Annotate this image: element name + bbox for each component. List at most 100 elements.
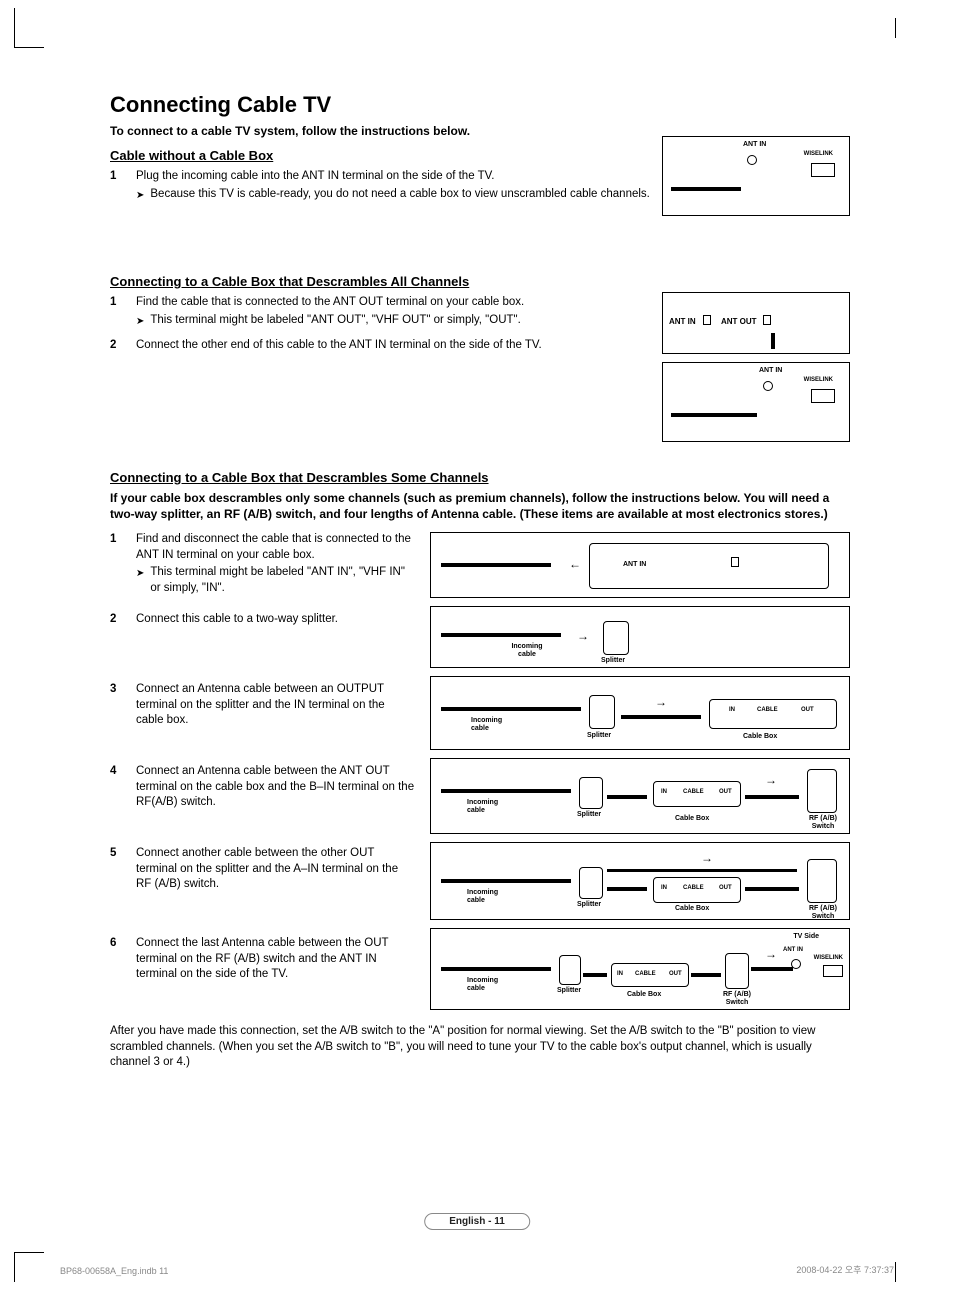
- ant-in-port-icon: [763, 381, 773, 391]
- dia-label-ant-in: ANT IN: [743, 141, 766, 148]
- page-title: Connecting Cable TV: [110, 92, 850, 118]
- step-text: Connect an Antenna cable between the ANT…: [136, 765, 414, 808]
- section3-diagram-4: Incoming cable Splitter IN CABLE OUT Cab…: [430, 758, 850, 834]
- arrow-right-icon: [655, 695, 667, 709]
- step-number: 5: [110, 846, 124, 926]
- step-text: Connect the last Antenna cable between t…: [136, 937, 388, 980]
- step-subnote: Because this TV is cable-ready, you do n…: [136, 187, 650, 203]
- dia-label-rf-switch: RF (A/B) Switch: [715, 991, 759, 1006]
- dia-label-incoming: Incoming cable: [467, 799, 507, 814]
- dia-label-cable: CABLE: [683, 789, 704, 795]
- crop-mark-top-left: [14, 18, 44, 48]
- splitter-icon: [579, 777, 603, 809]
- cable-icon: [441, 789, 571, 793]
- footer-timestamp: 2008-04-22 오후 7:37:37: [796, 1263, 894, 1276]
- step-number: 4: [110, 764, 124, 836]
- dia-label-cable-box: Cable Box: [675, 905, 709, 912]
- dia-label-rf-switch: RF (A/B) Switch: [801, 905, 845, 920]
- dia-label-incoming: Incoming cable: [467, 977, 507, 992]
- section2-diagram-2: ANT IN WISELINK: [662, 362, 850, 442]
- cable-icon: [691, 973, 721, 977]
- ant-in-port-icon: [747, 155, 757, 165]
- port-icon: [731, 557, 739, 567]
- page-content: Connecting Cable TV To connect to a cabl…: [110, 92, 850, 1087]
- note-arrow-icon: [136, 187, 144, 203]
- cable-icon: [441, 707, 581, 711]
- section3-step-1: 1 Find and disconnect the cable that is …: [110, 532, 415, 602]
- rf-switch-icon: [725, 953, 749, 989]
- arrow-right-icon: [765, 773, 777, 787]
- arrow-right-icon: [765, 947, 777, 961]
- ant-in-port-icon: [703, 315, 711, 325]
- step-text: Connect another cable between the other …: [136, 847, 398, 890]
- section2-step-2: 2 Connect the other end of this cable to…: [110, 338, 650, 354]
- subnote-text: This terminal might be labeled "ANT OUT"…: [150, 313, 520, 329]
- step-number: 1: [110, 169, 124, 202]
- dia-label-splitter: Splitter: [577, 901, 601, 908]
- wiselink-port-icon: [823, 965, 843, 977]
- footer-filename: BP68-00658A_Eng.indb 11: [60, 1266, 168, 1276]
- dia-label-ant-in: ANT IN: [759, 367, 782, 374]
- cable-icon: [745, 795, 799, 799]
- section1-step-1: 1 Plug the incoming cable into the ANT I…: [110, 169, 650, 202]
- cable-icon: [441, 563, 551, 567]
- dia-label-out: OUT: [719, 885, 732, 891]
- dia-label-out: OUT: [719, 789, 732, 795]
- cable-icon: [441, 967, 551, 971]
- dia-label-cable: CABLE: [757, 707, 778, 713]
- note-arrow-icon: [136, 313, 144, 329]
- cable-box-icon: [709, 699, 837, 729]
- section3-diagram-6: TV Side Incoming cable Splitter IN CABLE…: [430, 928, 850, 1010]
- dia-label-splitter: Splitter: [601, 657, 625, 664]
- step-number: 2: [110, 338, 124, 354]
- dia-label-in: IN: [617, 971, 623, 977]
- dia-label-incoming: Incoming cable: [467, 889, 507, 904]
- dia-label-splitter: Splitter: [577, 811, 601, 818]
- dia-label-cable-box: Cable Box: [675, 815, 709, 822]
- cable-icon: [621, 715, 701, 719]
- section3-diagram-3: Incoming cable Splitter IN CABLE OUT Cab…: [430, 676, 850, 750]
- ant-out-port-icon: [763, 315, 771, 325]
- step-text: Plug the incoming cable into the ANT IN …: [136, 170, 494, 182]
- splitter-icon: [589, 695, 615, 729]
- step-text: Connect an Antenna cable between an OUTP…: [136, 683, 385, 726]
- section3-diagram-1: ANT IN: [430, 532, 850, 598]
- step-number: 1: [110, 295, 124, 328]
- dia-label-ant-in: ANT IN: [783, 947, 803, 953]
- dia-label-ant-out: ANT OUT: [721, 317, 757, 326]
- cable-icon: [583, 973, 607, 977]
- page-number-badge: English - 11: [424, 1213, 530, 1230]
- cable-icon: [441, 633, 561, 637]
- dia-label-tv-side: TV Side: [793, 933, 819, 940]
- dia-label-wiselink: WISELINK: [804, 151, 833, 157]
- dia-label-ant-in: ANT IN: [669, 317, 696, 326]
- section3-heading: Connecting to a Cable Box that Descrambl…: [110, 470, 850, 485]
- section3-step-5: 5 Connect another cable between the othe…: [110, 846, 415, 926]
- section2-step-1: 1 Find the cable that is connected to th…: [110, 295, 650, 328]
- cable-icon: [745, 887, 799, 891]
- section2-diagram-1: ANT IN ANT OUT: [662, 292, 850, 354]
- dia-label-splitter: Splitter: [587, 732, 611, 739]
- crop-mark-top-right: [895, 18, 896, 38]
- cable-icon: [671, 187, 741, 191]
- section3-diagram-5: Incoming cable Splitter IN CABLE OUT Cab…: [430, 842, 850, 920]
- dia-label-out: OUT: [669, 971, 682, 977]
- section1-diagram: ANT IN WISELINK: [662, 136, 850, 216]
- dia-label-ant-in: ANT IN: [623, 561, 646, 568]
- dia-label-splitter: Splitter: [557, 987, 581, 994]
- dia-label-out: OUT: [801, 707, 814, 713]
- crop-mark-bottom-left: [14, 1252, 44, 1282]
- arrow-right-icon: [701, 851, 713, 865]
- step-subnote: This terminal might be labeled "ANT IN",…: [136, 565, 415, 596]
- dia-label-wiselink: WISELINK: [814, 955, 843, 961]
- cable-icon: [771, 333, 775, 349]
- subnote-text: This terminal might be labeled "ANT IN",…: [150, 565, 415, 596]
- step-text: Find and disconnect the cable that is co…: [136, 533, 411, 561]
- step-text: Connect this cable to a two-way splitter…: [136, 613, 338, 625]
- section3-step-2: 2 Connect this cable to a two-way splitt…: [110, 612, 415, 672]
- rf-switch-icon: [807, 769, 837, 813]
- step-number: 2: [110, 612, 124, 672]
- dia-label-incoming: Incoming cable: [507, 643, 547, 658]
- rf-switch-icon: [807, 859, 837, 903]
- dia-label-in: IN: [661, 789, 667, 795]
